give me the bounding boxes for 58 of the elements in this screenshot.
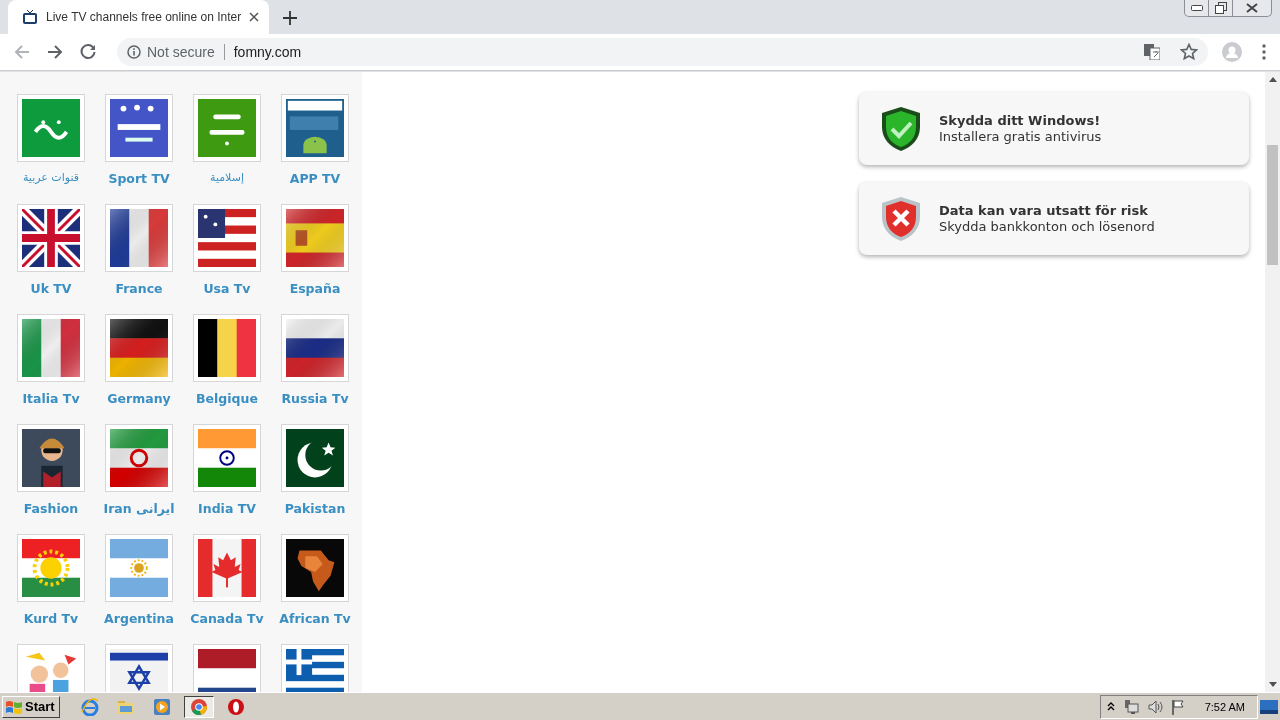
tv-icon <box>22 9 38 25</box>
clock-text: 7:52 AM <box>1204 700 1245 713</box>
speaker-icon[interactable] <box>1146 698 1163 715</box>
flag-icon[interactable] <box>1170 698 1185 715</box>
channel-link[interactable]: Belgique <box>196 391 258 406</box>
start-button[interactable]: Start <box>2 695 60 718</box>
channel-link[interactable]: Kurd Tv <box>23 611 79 626</box>
notification-text: Skydda bankkonton och lösenord <box>939 219 1155 234</box>
channel-link[interactable]: Uk TV <box>30 281 72 296</box>
close-icon[interactable] <box>249 12 260 22</box>
restore-icon[interactable] <box>1214 2 1227 14</box>
channel-link[interactable]: APP TV <box>289 171 341 186</box>
address-bar[interactable]: Not secure fomny.com <box>117 38 1208 66</box>
opera-icon <box>226 697 245 716</box>
scrollbar[interactable] <box>1265 72 1280 692</box>
channel-link[interactable]: Sport TV <box>108 171 170 186</box>
url-text: fomny.com <box>233 44 303 60</box>
network-icon[interactable] <box>1122 698 1139 715</box>
notification-card[interactable]: Skydda ditt Windows! Installera gratis antivirus <box>859 92 1249 165</box>
scroll-thumb[interactable] <box>1267 145 1278 265</box>
browser-tab[interactable]: Live TV channels free online on Inter <box>8 0 270 34</box>
channel-link[interactable]: Iran ایرانی <box>103 501 175 516</box>
notification-title: Skydda ditt Windows! <box>939 113 1102 128</box>
chrome-icon <box>189 697 208 716</box>
folder-icon <box>116 698 135 715</box>
channel-link[interactable]: قنوات عربية <box>22 171 80 184</box>
reload-button[interactable] <box>78 42 98 62</box>
play-icon <box>152 697 171 716</box>
channel-link[interactable]: France <box>115 281 163 296</box>
channel-link[interactable]: India TV <box>198 501 256 516</box>
windows-logo-icon[interactable] <box>5 698 23 715</box>
chevron-up-icon[interactable] <box>1106 702 1115 711</box>
taskbar-app[interactable] <box>183 695 214 718</box>
channel-link[interactable]: African Tv <box>279 611 351 626</box>
show-desktop-icon[interactable] <box>1260 699 1278 714</box>
info-icon[interactable] <box>127 45 141 59</box>
translate-icon[interactable] <box>1144 44 1160 60</box>
close-icon[interactable] <box>1246 3 1258 13</box>
channel-link[interactable]: Pakistan <box>284 501 346 516</box>
menu-icon[interactable] <box>1262 44 1266 60</box>
scroll-up-icon[interactable] <box>1268 77 1277 82</box>
minimize-icon[interactable] <box>1190 5 1203 11</box>
channel-link[interactable]: Usa Tv <box>203 281 251 296</box>
channel-link[interactable]: España <box>289 281 341 296</box>
channel-link[interactable]: Argentina <box>104 611 174 626</box>
channel-link[interactable]: Italia Tv <box>22 391 80 406</box>
notification-title: Data kan vara utsatt för risk <box>939 203 1149 218</box>
notification-text: Installera gratis antivirus <box>939 129 1102 144</box>
channel-link[interactable]: Germany <box>107 391 171 406</box>
scroll-down-icon[interactable] <box>1268 682 1277 687</box>
channel-link[interactable]: Canada Tv <box>190 611 264 626</box>
notification-card[interactable]: Data kan vara utsatt för risk Skydda bankkonton och lösenord <box>859 182 1249 255</box>
browser-icon <box>80 697 99 716</box>
new-tab-icon[interactable] <box>283 11 298 25</box>
security-label: Not secure <box>147 44 215 60</box>
channel-link[interactable]: Russia Tv <box>281 391 349 406</box>
channel-link[interactable]: Fashion <box>23 501 79 516</box>
channel-link[interactable]: إسلامية <box>210 171 244 184</box>
